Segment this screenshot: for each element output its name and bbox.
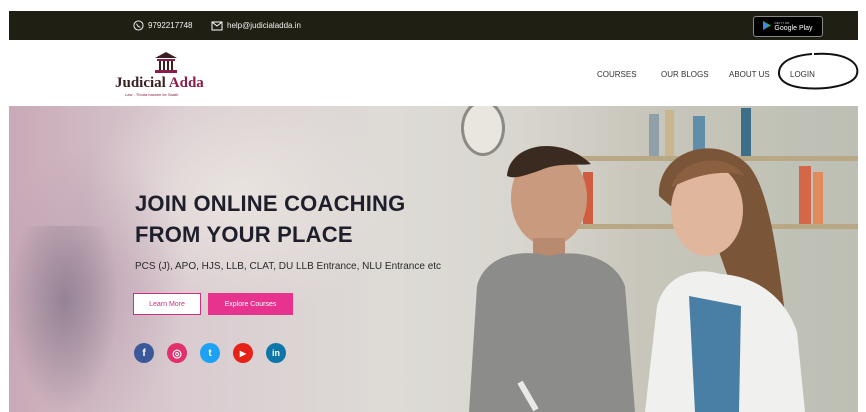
hero-headline-line1: JOIN ONLINE COACHING	[135, 191, 406, 216]
logo-name-part2: Adda	[168, 75, 204, 91]
youtube-icon[interactable]: ▶	[233, 343, 253, 363]
logo-tagline: Law - Thoda hasnee ke Saath	[125, 92, 179, 97]
whatsapp-icon	[133, 20, 144, 31]
logo-name-part1: Judicial	[115, 75, 169, 91]
email-contact[interactable]: help@judicialadda.in	[211, 11, 301, 40]
play-store-icon	[763, 21, 772, 32]
linkedin-icon[interactable]: in	[266, 343, 286, 363]
email-address: help@judicialadda.in	[227, 21, 301, 30]
instagram-icon[interactable]: ◎	[167, 343, 187, 363]
learn-more-button[interactable]: Learn More	[133, 293, 201, 315]
site-logo[interactable]: Judicial Adda Law - Thoda hasnee ke Saat…	[115, 51, 225, 99]
twitter-icon[interactable]: t	[200, 343, 220, 363]
logo-name: Judicial Adda	[115, 75, 204, 92]
hero-banner: JOIN ONLINE COACHING FROM YOUR PLACE PCS…	[9, 106, 858, 412]
top-bar: 9792217748 help@judicialadda.in GET IT O…	[9, 11, 858, 40]
login-circle-annotation	[778, 52, 859, 90]
background-people-decor	[9, 226, 119, 412]
nav-courses[interactable]: COURSES	[597, 70, 637, 79]
hero-subtitle: PCS (J), APO, HJS, LLB, CLAT, DU LLB Ent…	[135, 261, 442, 272]
nav-about-us[interactable]: ABOUT US	[729, 70, 770, 79]
google-play-badge[interactable]: GET IT ON Google Play	[753, 16, 823, 37]
explore-courses-button[interactable]: Explore Courses	[208, 293, 293, 315]
page: 9792217748 help@judicialadda.in GET IT O…	[0, 0, 866, 412]
phone-contact[interactable]: 9792217748	[133, 11, 193, 40]
phone-number: 9792217748	[148, 21, 193, 30]
students-photo	[469, 146, 805, 412]
hero-headline-line2: FROM YOUR PLACE	[135, 222, 353, 247]
main-nav: Judicial Adda Law - Thoda hasnee ke Saat…	[9, 40, 858, 106]
mail-icon	[211, 21, 223, 30]
nav-our-blogs[interactable]: OUR BLOGS	[661, 70, 709, 79]
courthouse-icon	[155, 52, 177, 73]
badge-text: Google Play	[774, 24, 813, 32]
facebook-icon[interactable]: f	[134, 343, 154, 363]
